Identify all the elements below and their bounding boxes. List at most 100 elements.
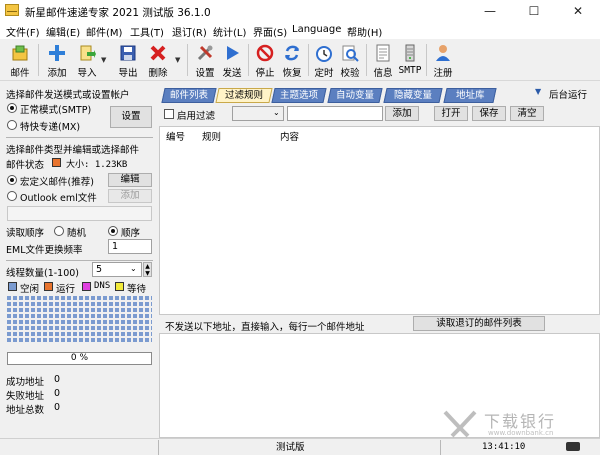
tab-address-book[interactable]: 地址库 bbox=[443, 88, 497, 103]
filter-content-input[interactable] bbox=[287, 106, 383, 121]
tab-hidden-vars[interactable]: 隐藏变量 bbox=[383, 88, 443, 103]
menu-tools[interactable]: 工具(T) bbox=[130, 24, 164, 39]
mail-status-indicator bbox=[52, 158, 61, 167]
magnifier-icon bbox=[341, 44, 359, 62]
title-bar: 新星邮件速递专家 2021 测试版 36.1.0 — ☐ ✕ bbox=[0, 0, 600, 22]
toolbar-mail-button[interactable]: 邮件 bbox=[6, 42, 34, 80]
enable-filter-label: 启用过滤 bbox=[177, 111, 216, 122]
column-header-rule[interactable]: 规则 bbox=[202, 129, 221, 143]
toolbar: 邮件 添加 导入 ▼ 导出 删除 ▼ 设置 发送 停止 恢复 定时 校验 信息 … bbox=[0, 40, 600, 81]
eml-path-input[interactable] bbox=[7, 206, 152, 221]
menu-help[interactable]: 帮助(H) bbox=[347, 24, 382, 39]
menu-interface[interactable]: 界面(S) bbox=[253, 24, 287, 39]
filter-add-button[interactable]: 添加 bbox=[385, 106, 419, 121]
column-header-number[interactable]: 编号 bbox=[166, 129, 185, 143]
macro-mail-label: 宏定义邮件(推荐) bbox=[20, 177, 94, 188]
tab-auto-vars[interactable]: 自动变量 bbox=[327, 88, 383, 103]
import-dropdown-arrow[interactable]: ▼ bbox=[101, 56, 106, 64]
minimize-button[interactable]: — bbox=[468, 0, 512, 22]
threads-label: 线程数量(1-100) bbox=[6, 268, 80, 279]
menu-language[interactable]: Language bbox=[292, 24, 341, 35]
mode-normal-radio[interactable] bbox=[7, 103, 17, 113]
order-sequential-label: 顺序 bbox=[121, 228, 141, 239]
stat-failed-label: 失败地址 bbox=[6, 391, 45, 402]
mail-folder-icon bbox=[11, 44, 29, 62]
stat-total-value: 0 bbox=[54, 402, 61, 413]
user-register-icon bbox=[434, 44, 452, 62]
toolbar-separator bbox=[366, 44, 367, 76]
read-unsubscribe-list-button[interactable]: 读取退订的邮件列表 bbox=[413, 316, 545, 331]
menu-unsubscribe[interactable]: 退订(R) bbox=[172, 24, 207, 39]
toolbar-verify-button[interactable]: 校验 bbox=[337, 42, 363, 80]
order-sequential-radio[interactable] bbox=[108, 226, 118, 236]
toolbar-resume-button[interactable]: 恢复 bbox=[279, 42, 305, 80]
filter-clear-button[interactable]: 清空 bbox=[510, 106, 544, 121]
mode-normal-label: 正常模式(SMTP) bbox=[20, 105, 92, 116]
legend-running-swatch bbox=[44, 282, 53, 291]
close-button[interactable]: ✕ bbox=[556, 0, 600, 22]
exclude-addresses-label: 不发送以下地址，直接输入，每行一个邮件地址 bbox=[165, 322, 365, 333]
add-eml-button[interactable]: 添加 bbox=[108, 189, 152, 203]
column-header-content[interactable]: 内容 bbox=[280, 129, 299, 143]
watermark-logo: 下载银行 www.downbank.cn bbox=[440, 406, 600, 440]
menu-edit[interactable]: 编辑(E) bbox=[46, 24, 80, 39]
status-mode: 测试版 bbox=[276, 442, 305, 453]
plus-icon bbox=[48, 44, 66, 62]
order-random-radio[interactable] bbox=[54, 226, 64, 236]
toolbar-separator bbox=[426, 44, 427, 76]
toolbar-import-button[interactable]: 导入 bbox=[74, 42, 100, 80]
read-order-label: 读取顺序 bbox=[6, 228, 45, 239]
legend-dns-swatch bbox=[82, 282, 91, 291]
background-run-link[interactable]: 后台运行 bbox=[549, 87, 587, 101]
toolbar-settings-button[interactable]: 设置 bbox=[192, 42, 218, 80]
filter-save-button[interactable]: 保存 bbox=[472, 106, 506, 121]
tab-mail-list[interactable]: 邮件列表 bbox=[161, 88, 217, 103]
filter-type-select[interactable]: ⌄ bbox=[232, 106, 284, 121]
edit-button[interactable]: 编辑 bbox=[108, 173, 152, 187]
outlook-eml-radio[interactable] bbox=[7, 191, 17, 201]
settings-button[interactable]: 设置 bbox=[110, 106, 152, 128]
watermark-url: www.downbank.cn bbox=[488, 429, 554, 437]
app-mail-icon bbox=[5, 4, 19, 16]
toolbar-stop-button[interactable]: 停止 bbox=[252, 42, 278, 80]
toolbar-separator bbox=[187, 44, 188, 76]
legend-idle-swatch bbox=[8, 282, 17, 291]
maximize-button[interactable]: ☐ bbox=[512, 0, 556, 22]
enable-filter-checkbox[interactable] bbox=[164, 109, 174, 119]
filter-open-button[interactable]: 打开 bbox=[434, 106, 468, 121]
macro-mail-radio[interactable] bbox=[7, 175, 17, 185]
chevron-down-icon: ⌄ bbox=[130, 264, 137, 273]
legend-running-label: 运行 bbox=[56, 284, 76, 295]
toolbar-add-button[interactable]: 添加 bbox=[44, 42, 70, 80]
toolbar-register-button[interactable]: 注册 bbox=[430, 42, 456, 80]
expand-down-icon: ▼ bbox=[535, 87, 542, 96]
stat-success-value: 0 bbox=[54, 374, 61, 385]
tools-icon bbox=[196, 44, 214, 62]
menu-mail[interactable]: 邮件(M) bbox=[86, 24, 122, 39]
divider bbox=[6, 260, 153, 261]
resize-grip-icon[interactable] bbox=[566, 442, 580, 451]
toolbar-timer-button[interactable]: 定时 bbox=[311, 42, 337, 80]
stat-failed-value: 0 bbox=[54, 388, 61, 399]
status-bar: 测试版 13:41:10 bbox=[0, 438, 600, 455]
mode-express-label: 特快专递(MX) bbox=[20, 122, 81, 133]
toolbar-info-button[interactable]: 信息 bbox=[370, 42, 396, 80]
toolbar-delete-button[interactable]: 删除 bbox=[145, 42, 171, 80]
delete-dropdown-arrow[interactable]: ▼ bbox=[175, 56, 180, 64]
threads-spinner[interactable]: ▲ ▼ bbox=[143, 262, 152, 277]
menu-stats[interactable]: 统计(L) bbox=[213, 24, 246, 39]
toolbar-export-button[interactable]: 导出 bbox=[115, 42, 141, 80]
mail-type-title: 选择邮件类型并编辑或选择邮件 bbox=[6, 145, 140, 156]
mode-express-radio[interactable] bbox=[7, 120, 17, 130]
eml-frequency-input[interactable]: 1 bbox=[108, 239, 152, 254]
watermark-x-icon bbox=[443, 410, 477, 438]
toolbar-smtp-button[interactable]: SMTP bbox=[397, 42, 423, 80]
import-icon bbox=[78, 44, 96, 62]
menu-file[interactable]: 文件(F) bbox=[6, 24, 40, 39]
tab-filter-rules[interactable]: 过滤规则 bbox=[215, 88, 273, 103]
toolbar-send-button[interactable]: 发送 bbox=[219, 42, 245, 80]
mail-size: 大小: 1.23KB bbox=[66, 160, 128, 170]
clock-icon bbox=[315, 44, 333, 62]
filter-rules-list[interactable]: 编号 规则 内容 bbox=[159, 126, 600, 315]
tab-subject-options[interactable]: 主题选项 bbox=[271, 88, 327, 103]
